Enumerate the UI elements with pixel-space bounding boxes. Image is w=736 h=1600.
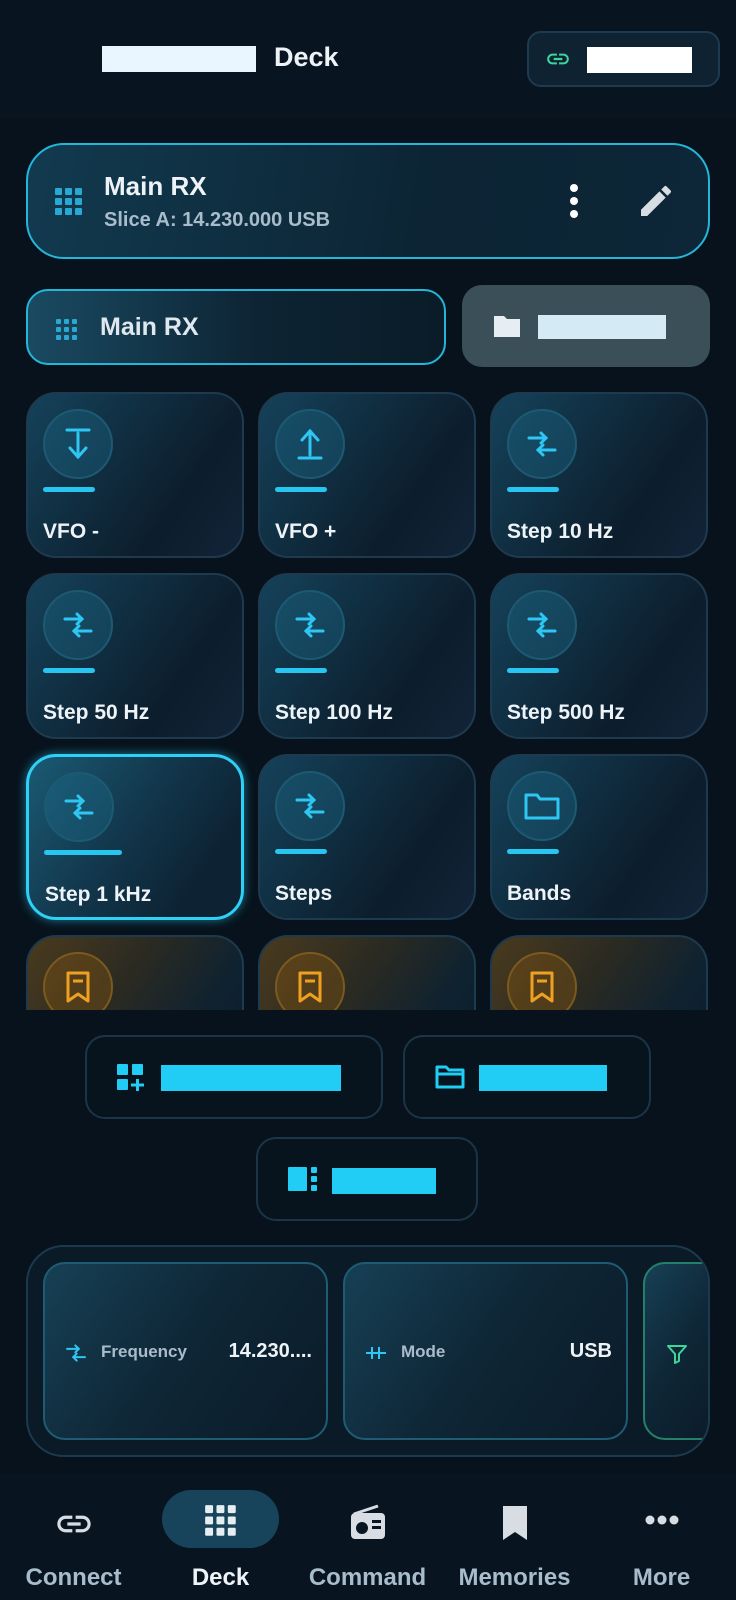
tile-indicator xyxy=(507,849,559,854)
frequency-label: Frequency xyxy=(101,1342,187,1361)
tile-indicator xyxy=(43,668,95,673)
tile-bands[interactable]: Bands xyxy=(490,754,708,920)
add-tile-button[interactable] xyxy=(85,1035,383,1119)
more-horiz-icon xyxy=(645,1515,678,1525)
tile-grid: VFO - VFO + Step 10 Hz Step 50 Hz Step 1… xyxy=(0,390,736,1010)
bookmark-icon xyxy=(507,952,577,1010)
frequency-card[interactable]: Frequency 14.230.... xyxy=(43,1262,328,1440)
tile-memory-2[interactable] xyxy=(258,935,476,1010)
nav-deck[interactable]: Deck xyxy=(147,1474,294,1600)
tile-indicator xyxy=(275,487,327,492)
link-icon xyxy=(547,53,569,65)
swap-arrows-icon xyxy=(43,590,113,660)
tile-indicator xyxy=(275,849,327,854)
tile-step-500hz[interactable]: Step 500 Hz xyxy=(490,573,708,739)
frequency-value: 14.230.... xyxy=(228,1340,312,1362)
link-icon xyxy=(56,1515,91,1533)
connection-status-button[interactable] xyxy=(527,31,720,87)
nav-command[interactable]: Command xyxy=(294,1474,441,1600)
tile-memory-3[interactable] xyxy=(490,935,708,1010)
bookmark-icon xyxy=(275,952,345,1010)
waveform-icon xyxy=(366,1347,386,1359)
tile-step-50hz[interactable]: Step 50 Hz xyxy=(26,573,244,739)
slice-card[interactable]: Main RX Slice A: 14.230.000 USB xyxy=(26,143,710,259)
drag-grid-icon xyxy=(56,319,77,340)
swap-arrows-icon xyxy=(507,590,577,660)
bookmark-icon xyxy=(502,1506,527,1540)
tile-label: VFO + xyxy=(275,520,337,543)
tile-label: Steps xyxy=(275,882,333,905)
add-tile-redaction xyxy=(161,1065,341,1091)
slice-title: Main RX xyxy=(104,171,207,201)
folder-outline-icon xyxy=(435,1065,465,1089)
swap-arrows-icon xyxy=(275,771,345,841)
tile-indicator xyxy=(507,668,559,673)
nav-memories[interactable]: Memories xyxy=(441,1474,588,1600)
tile-label: Step 50 Hz xyxy=(43,701,150,724)
tile-indicator xyxy=(275,668,327,673)
tile-step-100hz[interactable]: Step 100 Hz xyxy=(258,573,476,739)
title-redaction xyxy=(102,46,256,72)
grid-icon xyxy=(204,1505,236,1536)
tile-indicator xyxy=(44,850,122,855)
tile-steps[interactable]: Steps xyxy=(258,754,476,920)
swap-arrows-icon xyxy=(275,590,345,660)
folder-chip-redaction xyxy=(538,315,666,339)
arrow-down-bar-icon xyxy=(43,409,113,479)
tile-label: Step 100 Hz xyxy=(275,701,393,724)
folder-chip[interactable] xyxy=(462,285,710,367)
nav-label: Memories xyxy=(458,1564,571,1591)
layout-redaction xyxy=(332,1168,436,1194)
layout-icon xyxy=(288,1167,317,1191)
page-title: Deck xyxy=(274,42,339,72)
tile-label: Step 10 Hz xyxy=(507,520,614,543)
add-folder-button[interactable] xyxy=(403,1035,651,1119)
add-tile-icon xyxy=(117,1064,144,1091)
radio-icon xyxy=(350,1504,385,1539)
bookmark-icon xyxy=(43,952,113,1010)
connection-status-redaction xyxy=(587,47,692,73)
filter-icon xyxy=(667,1345,687,1364)
tile-memory-1[interactable] xyxy=(26,935,244,1010)
nav-more[interactable]: More xyxy=(588,1474,735,1600)
bottom-nav: Connect Deck Command Memories More xyxy=(0,1474,736,1600)
tile-indicator xyxy=(507,487,559,492)
tile-vfo-minus[interactable]: VFO - xyxy=(26,392,244,558)
more-vert-icon[interactable] xyxy=(564,183,584,219)
tile-step-1khz[interactable]: Step 1 kHz xyxy=(26,754,244,920)
tile-step-10hz[interactable]: Step 10 Hz xyxy=(490,392,708,558)
mode-card[interactable]: Mode USB xyxy=(343,1262,628,1440)
tile-label: Bands xyxy=(507,882,572,905)
nav-label: More xyxy=(632,1564,691,1591)
status-panel: Frequency 14.230.... Mode USB xyxy=(26,1245,710,1457)
nav-connect[interactable]: Connect xyxy=(0,1474,147,1600)
swap-arrows-icon xyxy=(44,772,114,842)
active-slice-chip[interactable]: Main RX xyxy=(26,289,446,365)
mode-value: USB xyxy=(569,1340,612,1362)
mode-label: Mode xyxy=(401,1342,446,1361)
tile-vfo-plus[interactable]: VFO + xyxy=(258,392,476,558)
arrow-up-bar-icon xyxy=(275,409,345,479)
layout-button[interactable] xyxy=(256,1137,478,1221)
tile-label: Step 500 Hz xyxy=(507,701,625,724)
drag-grid-icon xyxy=(55,188,82,215)
swap-arrows-icon xyxy=(507,409,577,479)
tile-indicator xyxy=(43,487,95,492)
add-folder-redaction xyxy=(479,1065,607,1091)
nav-label: Connect xyxy=(25,1564,122,1591)
tile-label: VFO - xyxy=(43,520,99,543)
nav-label: Deck xyxy=(191,1564,250,1591)
slice-subtitle: Slice A: 14.230.000 USB xyxy=(104,209,331,231)
active-slice-label: Main RX xyxy=(100,313,199,341)
filter-card[interactable] xyxy=(643,1262,708,1440)
pencil-icon[interactable] xyxy=(636,181,676,221)
swap-arrows-icon xyxy=(66,1344,86,1362)
nav-label: Command xyxy=(308,1564,427,1591)
folder-icon xyxy=(507,771,577,841)
folder-icon xyxy=(494,316,520,337)
tile-label: Step 1 kHz xyxy=(45,883,152,906)
